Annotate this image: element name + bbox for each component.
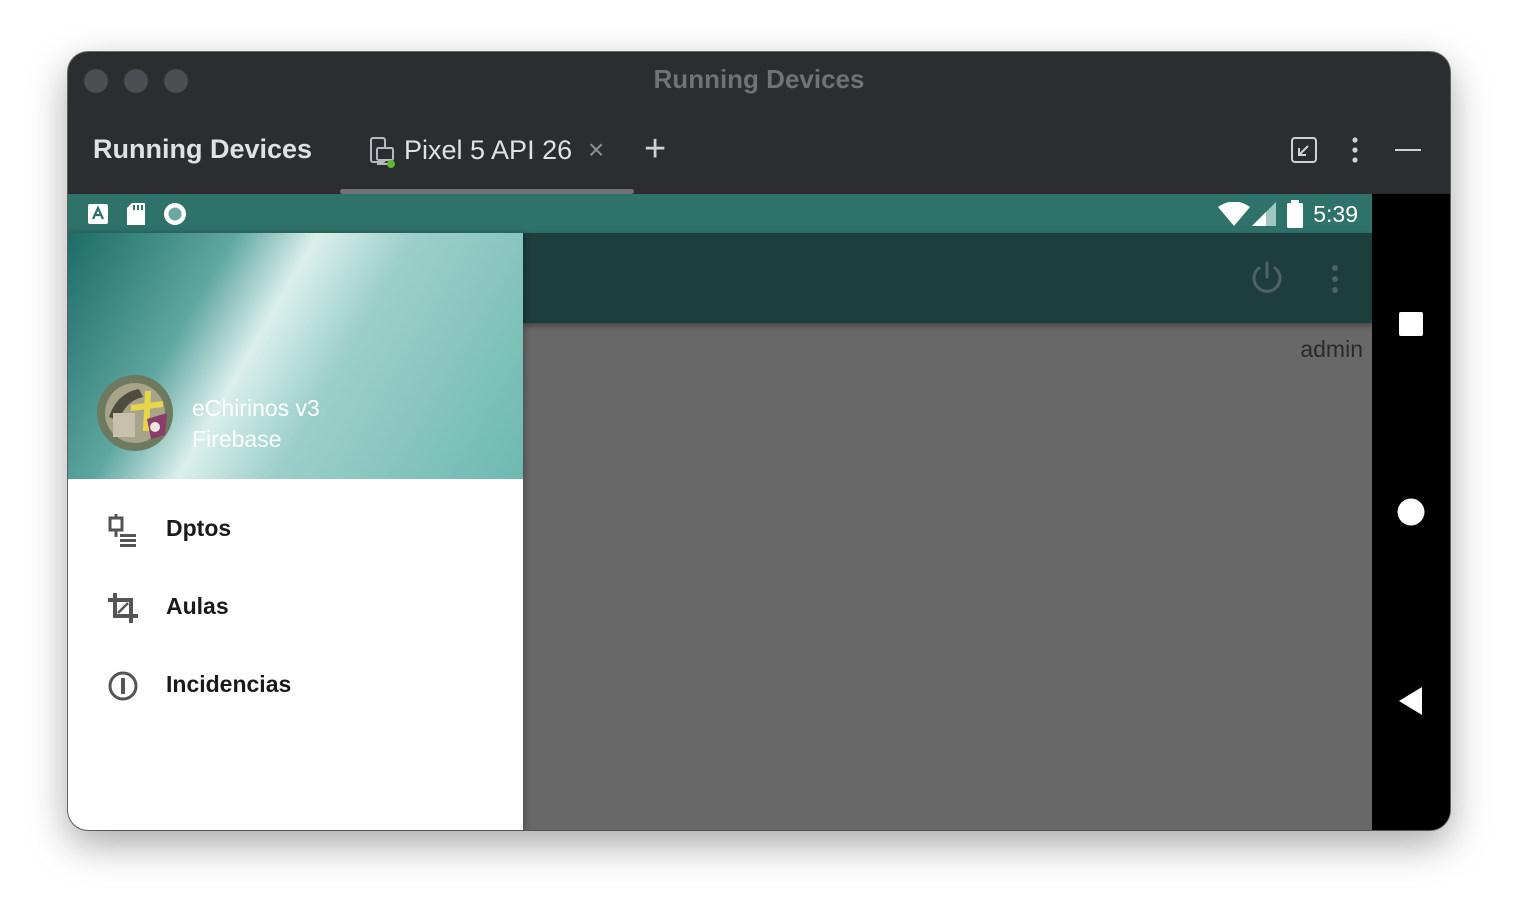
drawer-item-aulas[interactable]: Aulas [68, 573, 523, 643]
departments-icon [108, 514, 136, 547]
drawer-item-label: Incidencias [166, 671, 292, 697]
drawer-item-dptos[interactable]: Dptos [68, 495, 523, 565]
app-logo-avatar [97, 375, 173, 451]
drawer-title: eChirinos v3 [192, 395, 320, 421]
android-status-bar: 5:39 [68, 194, 1372, 233]
minimize-icon[interactable] [1394, 136, 1422, 164]
signal-icon [1252, 202, 1276, 226]
drawer-item-label: Dptos [166, 515, 232, 541]
more-vertical-icon[interactable] [1325, 263, 1345, 295]
crop-icon [108, 593, 138, 623]
running-devices-toolbar: Running Devices Pixel 5 API 26 × + [68, 108, 1450, 194]
recents-button[interactable] [1398, 311, 1424, 337]
drawer-header: eChirinos v3 Firebase [68, 233, 523, 479]
device-screen[interactable]: 5:39 admin eChirinos v3 Firebase Dptos A… [68, 194, 1372, 830]
wifi-icon [1218, 202, 1250, 226]
tab-label: Pixel 5 API 26 [404, 135, 573, 165]
android-navigation-bar [1372, 194, 1450, 830]
status-time: 5:39 [1313, 201, 1358, 227]
restore-icon[interactable] [1290, 136, 1318, 164]
sd-card-icon [127, 203, 145, 225]
info-icon [108, 671, 138, 701]
tab-pixel-5-api-26[interactable]: Pixel 5 API 26 × [340, 108, 634, 194]
record-icon [164, 203, 186, 225]
emulator-window: Running Devices Running Devices Pixel 5 … [68, 52, 1450, 830]
app-toolbar [523, 233, 1372, 323]
panel-title: Running Devices [93, 134, 313, 164]
home-button[interactable] [1396, 497, 1426, 527]
power-icon[interactable] [1250, 261, 1284, 295]
navigation-drawer: eChirinos v3 Firebase Dptos Aulas Incide… [68, 233, 523, 830]
add-tab-button[interactable]: + [644, 130, 666, 168]
title-bar: Running Devices [68, 52, 1450, 108]
drawer-subtitle: Firebase [192, 426, 282, 452]
drawer-item-incidencias[interactable]: Incidencias [68, 651, 523, 721]
accessibility-icon [88, 204, 108, 224]
tab-close-button[interactable]: × [588, 134, 604, 166]
back-button[interactable] [1398, 686, 1424, 716]
battery-icon [1287, 200, 1303, 228]
more-vertical-icon[interactable] [1345, 136, 1365, 164]
current-user-label: admin [1300, 336, 1363, 362]
device-icon [370, 137, 395, 168]
drawer-item-label: Aulas [166, 593, 229, 619]
device-frame: 5:39 admin eChirinos v3 Firebase Dptos A… [68, 194, 1450, 830]
window-title: Running Devices [653, 64, 865, 94]
